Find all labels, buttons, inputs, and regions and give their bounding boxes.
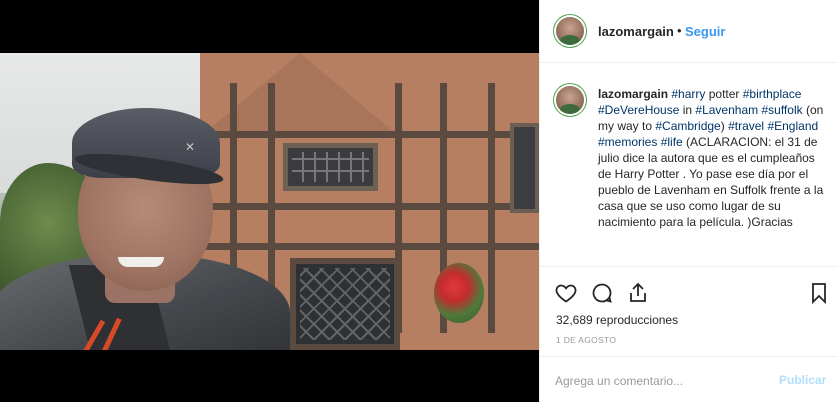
hashtag-link[interactable]: #DeVereHouse [598,103,679,117]
separator-dot: • [677,23,682,38]
hashtag-link[interactable]: #suffolk [761,103,802,117]
heart-icon[interactable] [554,281,578,305]
lower-window [290,258,400,350]
timber-beam [200,203,539,210]
post-panel: lazomargain • Seguir lazomargain #harry … [539,0,838,402]
comment-bar: Publicar [540,356,838,402]
cap-logo-icon: ✕ [185,140,196,154]
media-area: ✕ [0,0,539,402]
caption-text: lazomargain #harry potter #birthplace #D… [598,86,830,230]
caption-fragment: (ACLARACION: el 31 de julio dice la auto… [598,135,827,229]
caption-fragment [818,119,821,133]
timber-beam [200,131,539,138]
caption-username[interactable]: lazomargain [598,87,668,101]
avatar[interactable] [556,17,584,45]
post-date[interactable]: 1 DE AGOSTO [556,335,616,345]
hashtag-link[interactable]: #England [767,119,818,133]
hashtag-link[interactable]: #Lavenham [695,103,758,117]
comment-icon[interactable] [590,281,614,305]
hashtag-link[interactable]: #memories [598,135,657,149]
hashtag-link[interactable]: #birthplace [743,87,802,101]
hashtag-link[interactable]: #travel [728,119,764,133]
share-icon[interactable] [626,281,650,305]
action-bar: 32,689 reproducciones 1 DE AGOSTO [540,266,838,368]
flower-basket [434,263,484,323]
timber-beam [200,243,539,250]
caption-section: lazomargain #harry potter #birthplace #D… [540,72,838,267]
hashtag-link[interactable]: #life [661,135,683,149]
comment-input[interactable] [555,371,755,391]
caption-avatar[interactable] [556,86,584,114]
hashtag-link[interactable]: #harry [671,87,705,101]
post-header: lazomargain • Seguir [540,0,838,63]
follow-button[interactable]: Seguir [685,24,725,39]
caption-fragment [801,87,804,101]
person-smile [118,257,164,267]
video-player[interactable]: ✕ [0,53,539,350]
side-window [510,123,539,213]
caption-fragment: ) [720,119,729,133]
publish-button[interactable]: Publicar [779,373,826,387]
hashtag-link[interactable]: #Cambridge [655,119,720,133]
upper-window [283,143,378,191]
username-link[interactable]: lazomargain [598,24,674,39]
caption-fragment: in [679,103,696,117]
bookmark-icon[interactable] [807,281,831,305]
view-count[interactable]: 32,689 reproducciones [556,313,678,327]
caption-fragment: potter [705,87,743,101]
